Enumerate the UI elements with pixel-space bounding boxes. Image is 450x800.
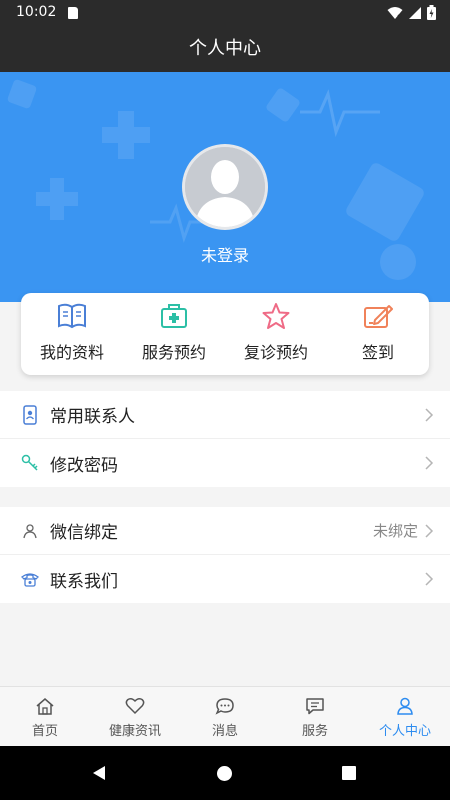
phone-contacts-icon — [20, 404, 40, 425]
home-button-icon[interactable] — [217, 766, 232, 781]
star-icon — [262, 303, 290, 329]
tab-services[interactable]: 服务 — [270, 687, 360, 746]
menu-item-contacts[interactable]: 常用联系人 — [0, 391, 450, 439]
status-icons — [387, 5, 436, 20]
menu-item-change-password[interactable]: 修改密码 — [0, 439, 450, 487]
quick-action-label: 复诊预约 — [243, 343, 308, 362]
heart-icon — [125, 698, 145, 715]
quick-action-checkin[interactable]: 签到 — [327, 293, 429, 375]
tab-label: 个人中心 — [378, 724, 431, 739]
avatar[interactable] — [182, 144, 268, 230]
quick-action-label: 服务预约 — [141, 343, 206, 362]
chat-bubble-icon — [215, 698, 234, 715]
status-bar: 10:02 — [0, 0, 450, 26]
app-bar: 个人中心 — [0, 26, 450, 72]
chevron-right-icon — [425, 523, 434, 538]
wechat-binding-status: 未绑定 — [372, 522, 418, 540]
user-icon — [20, 521, 40, 541]
tab-label: 消息 — [211, 724, 238, 739]
battery-icon — [427, 5, 436, 20]
default-avatar-icon — [185, 147, 265, 227]
menu-item-label: 联系我们 — [50, 571, 118, 592]
quick-action-my-profile[interactable]: 我的资料 — [21, 293, 123, 375]
menu-group-more: 微信绑定 未绑定 联系我们 — [0, 507, 450, 603]
key-icon — [20, 453, 40, 473]
book-icon — [58, 303, 86, 329]
quick-action-followup-booking[interactable]: 复诊预约 — [225, 293, 327, 375]
message-square-icon — [306, 698, 324, 715]
quick-action-label: 我的资料 — [39, 343, 104, 362]
menu-item-label: 微信绑定 — [50, 523, 118, 543]
quick-action-service-booking[interactable]: 服务预约 — [123, 293, 225, 375]
signal-icon — [409, 6, 421, 19]
menu-item-label: 修改密码 — [50, 455, 118, 476]
page-title: 个人中心 — [189, 38, 261, 59]
bottom-nav: 首页 健康资讯 消息 服务 个人中心 — [0, 686, 450, 746]
login-status[interactable]: 未登录 — [0, 242, 450, 266]
quick-action-label: 签到 — [361, 343, 394, 362]
tab-profile[interactable]: 个人中心 — [360, 687, 450, 746]
sd-card-icon — [68, 7, 78, 19]
profile-header: 未登录 — [0, 72, 450, 302]
menu-item-contact-us[interactable]: 联系我们 — [0, 555, 450, 603]
tab-health-news[interactable]: 健康资讯 — [90, 687, 180, 746]
medical-kit-icon — [161, 304, 187, 328]
checkin-icon — [364, 305, 393, 328]
tab-home[interactable]: 首页 — [0, 687, 90, 746]
tab-messages[interactable]: 消息 — [180, 687, 270, 746]
tab-label: 健康资讯 — [108, 724, 161, 739]
quick-actions-card: 我的资料 服务预约 复诊预约 签到 — [21, 293, 429, 375]
wifi-icon — [387, 6, 403, 19]
recent-apps-icon[interactable] — [342, 766, 356, 780]
system-nav-bar — [0, 746, 450, 800]
tab-label: 首页 — [31, 724, 58, 739]
tab-label: 服务 — [301, 724, 328, 739]
menu-item-wechat-binding[interactable]: 微信绑定 未绑定 — [0, 507, 450, 555]
person-icon — [397, 697, 413, 715]
menu-item-label: 常用联系人 — [50, 407, 135, 427]
home-icon — [36, 698, 54, 715]
chevron-right-icon — [425, 456, 434, 470]
back-icon[interactable] — [91, 765, 107, 781]
status-time: 10:02 — [16, 4, 57, 20]
chevron-right-icon — [425, 572, 434, 586]
chevron-right-icon — [425, 407, 434, 422]
menu-group-account: 常用联系人 修改密码 — [0, 391, 450, 487]
telephone-icon — [20, 569, 40, 589]
